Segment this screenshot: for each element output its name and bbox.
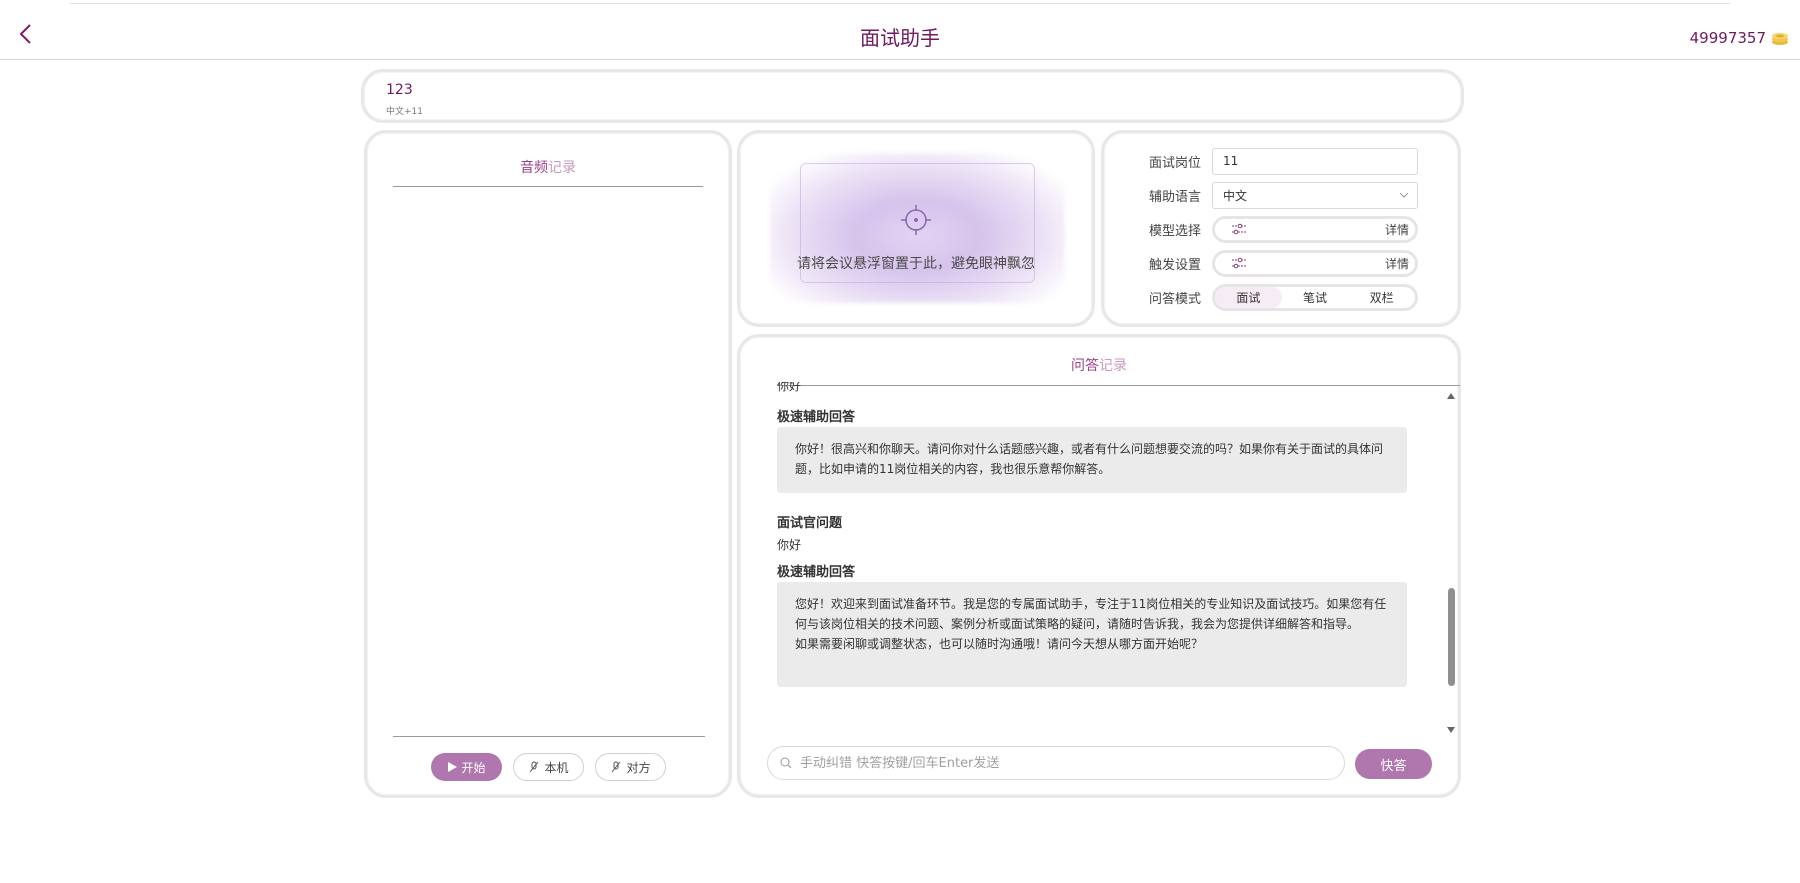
coin-count: 49997357 (1689, 29, 1766, 47)
answer-box: 您好！欢迎来到面试准备环节。我是您的专属面试助手，专注于11岗位相关的专业知识及… (777, 582, 1407, 687)
audio-title-divider (393, 186, 703, 187)
coin-balance: 49997357 (1690, 29, 1790, 47)
trigger-settings-button[interactable]: 详情 (1212, 249, 1418, 277)
question-text: 你好 (777, 538, 802, 552)
trigger-row: 触发设置 详情 (1149, 249, 1449, 277)
model-label: 模型选择 (1149, 223, 1202, 239)
page-title: 面试助手 (860, 26, 940, 50)
trigger-label: 触发设置 (1149, 257, 1202, 273)
model-row: 模型选择 详情 (1149, 215, 1449, 243)
mic-off-icon (530, 761, 539, 773)
mode-row: 问答模式 面试 笔试 双栏 (1149, 283, 1449, 311)
top-divider (70, 0, 1730, 4)
sliders-icon (1232, 223, 1246, 235)
header: 面试助手 49997357 (0, 5, 1800, 60)
qa-record-panel: 问答记录 你好 极速辅助回答 你好！很高兴和你聊天。请问你对什么话题感兴趣，或者… (737, 334, 1461, 798)
model-detail: 详情 (1384, 222, 1409, 237)
correction-input[interactable] (800, 755, 1320, 771)
partial-question-text: 你好 (777, 382, 802, 393)
mode-dual[interactable]: 双栏 (1348, 287, 1415, 308)
self-mic-button[interactable]: 本机 (513, 753, 584, 781)
session-subtitle: 中文+11 (386, 107, 423, 117)
chevron-down-icon (1399, 192, 1409, 198)
float-window-hint: 请将会议悬浮窗置于此，避免眼神飘忽 (797, 256, 1035, 272)
qa-record-title: 问答记录 (1071, 358, 1127, 374)
audio-record-title: 音频记录 (520, 160, 576, 176)
qa-scrollbar[interactable] (1446, 392, 1456, 734)
language-label: 辅助语言 (1149, 189, 1202, 205)
audio-bottom-divider (393, 736, 705, 737)
correction-input-wrapper (767, 746, 1345, 780)
language-value: 中文 (1223, 188, 1248, 203)
mode-written[interactable]: 笔试 (1282, 287, 1349, 308)
language-row: 辅助语言 中文 (1149, 181, 1449, 209)
mode-segmented-control: 面试 笔试 双栏 (1212, 283, 1418, 311)
play-icon (448, 762, 458, 772)
trigger-detail: 详情 (1384, 256, 1409, 271)
sliders-icon (1232, 257, 1246, 269)
other-mic-button[interactable]: 对方 (595, 753, 666, 781)
quick-answer-button[interactable]: 快答 (1355, 749, 1432, 779)
settings-panel: 面试岗位 11 辅助语言 中文 模型选择 详情 触发设置 详情 问答模式 面试 … (1101, 130, 1461, 327)
mode-interview[interactable]: 面试 (1215, 286, 1282, 308)
audio-record-panel: 音频记录 开始 本机 对方 (364, 130, 732, 798)
start-button[interactable]: 开始 (431, 753, 502, 781)
coins-icon (1772, 33, 1788, 45)
language-select[interactable]: 中文 (1212, 181, 1418, 209)
mic-off-icon (612, 761, 621, 773)
scroll-down-icon[interactable] (1446, 726, 1456, 734)
answer-label: 极速辅助回答 (777, 410, 856, 425)
question-label: 面试官问题 (777, 516, 843, 531)
mode-label: 问答模式 (1149, 291, 1202, 307)
answer-paragraph: 您好！欢迎来到面试准备环节。我是您的专属面试助手，专注于11岗位相关的专业知识及… (795, 597, 1387, 631)
position-row: 面试岗位 11 (1149, 147, 1449, 175)
search-icon (780, 757, 792, 769)
meeting-float-area: 请将会议悬浮窗置于此，避免眼神飘忽 (737, 130, 1095, 327)
answer-box: 你好！很高兴和你聊天。请问你对什么话题感兴趣，或者有什么问题想要交流的吗？如果你… (777, 427, 1407, 493)
scroll-up-icon[interactable] (1446, 392, 1456, 400)
answer-label: 极速辅助回答 (777, 565, 856, 580)
qa-scroll-area[interactable]: 你好 极速辅助回答 你好！很高兴和你聊天。请问你对什么话题感兴趣，或者有什么问题… (777, 382, 1407, 720)
scrollbar-thumb[interactable] (1448, 588, 1455, 686)
model-select-button[interactable]: 详情 (1212, 215, 1418, 243)
position-input[interactable]: 11 (1212, 147, 1418, 175)
session-card[interactable]: 123 中文+11 (361, 69, 1464, 123)
crosshair-icon (901, 205, 931, 235)
answer-paragraph: 如果需要闲聊或调整状态，也可以随时沟通哦！请问今天想从哪方面开始呢？ (795, 637, 1204, 651)
position-label: 面试岗位 (1149, 155, 1202, 171)
session-name: 123 (386, 82, 413, 98)
